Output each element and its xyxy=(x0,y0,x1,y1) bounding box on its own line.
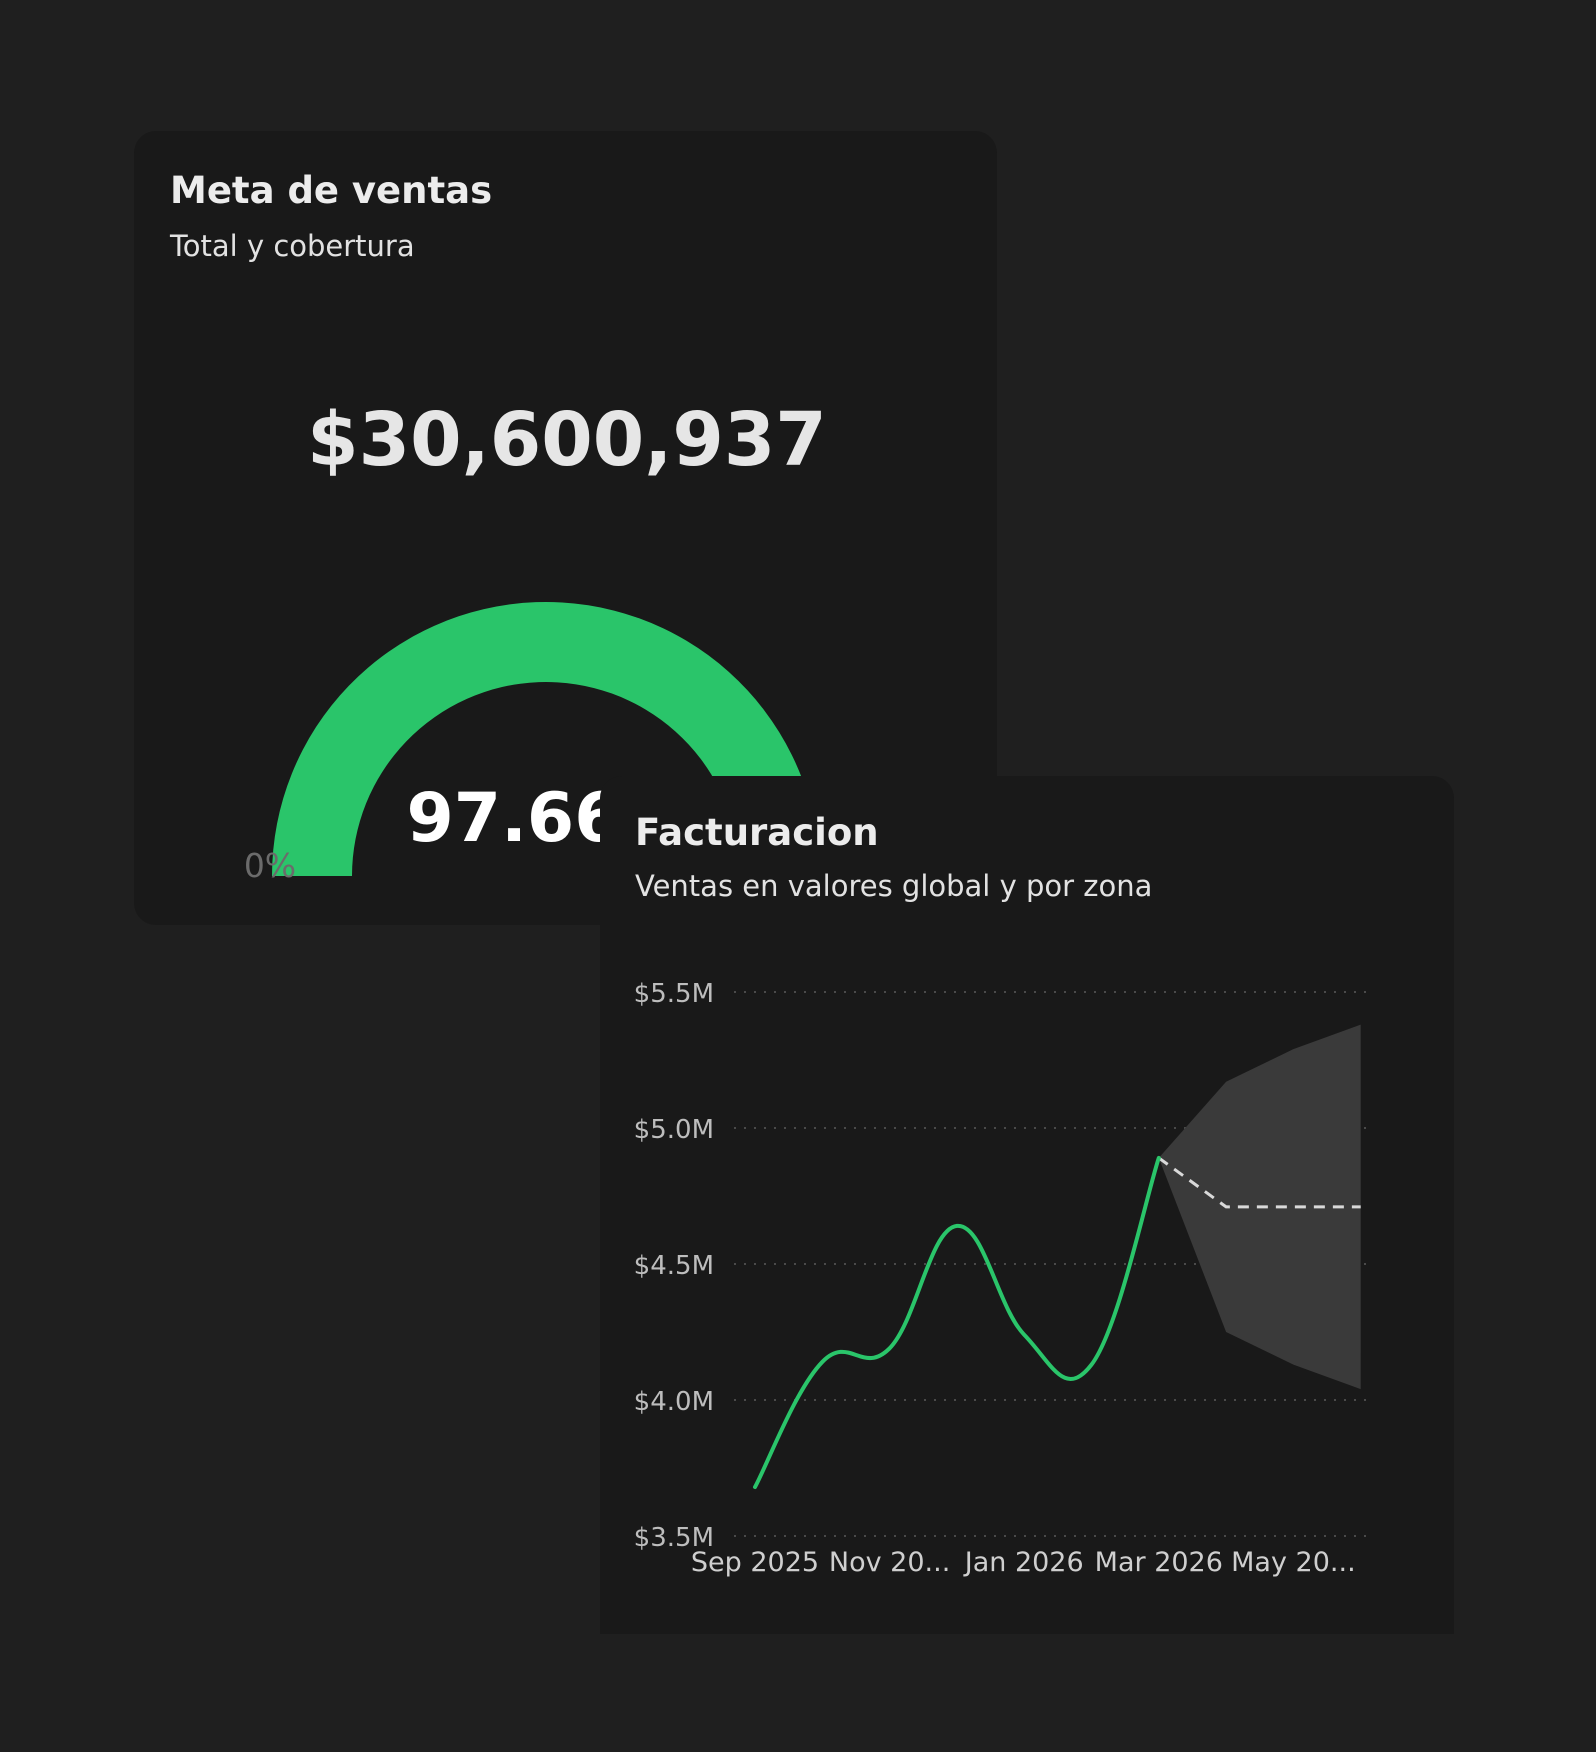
gauge-min-label: 0% xyxy=(244,846,296,885)
y-tick-label: $5.5M xyxy=(634,979,714,1009)
billing-card: Facturacion Ventas en valores global y p… xyxy=(600,776,1454,1634)
y-axis: $3.5M$4.0M$4.5M$5.0M$5.5M xyxy=(634,979,714,1553)
dashboard-page: Meta de ventas Total y cobertura $30,600… xyxy=(0,0,1596,1752)
y-tick-label: $4.5M xyxy=(634,1251,714,1281)
y-tick-label: $4.0M xyxy=(634,1387,714,1417)
y-tick-label: $5.0M xyxy=(634,1115,714,1145)
x-tick-label: Jan 2026 xyxy=(963,1547,1084,1578)
billing-line-chart: $3.5M$4.0M$4.5M$5.0M$5.5M Sep 2025 Nov 20… xyxy=(634,979,1374,1578)
x-tick-label: Mar 2026 xyxy=(1095,1547,1223,1578)
series-line xyxy=(753,1155,1161,1490)
x-tick-label: Nov 20... xyxy=(829,1547,950,1578)
gauge-value-label: 97.66 xyxy=(406,779,621,858)
x-tick-label: May 20... xyxy=(1231,1547,1356,1578)
x-axis: Sep 2025 Nov 20... Jan 2026 Mar 2026 May 20.… xyxy=(691,1547,1356,1578)
x-tick-label: Sep 2025 xyxy=(691,1547,819,1578)
